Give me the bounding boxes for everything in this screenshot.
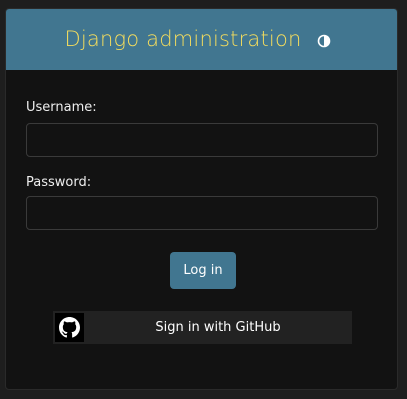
github-signin-label: Sign in with GitHub [155,320,281,335]
site-header: Django administration [6,9,397,70]
github-icon [59,317,80,338]
password-label: Password: [26,175,92,190]
half-circle-contrast-icon [317,34,331,48]
github-signin-button[interactable]: Sign in with GitHub [53,311,352,344]
github-logo-container [55,313,84,342]
login-button[interactable]: Log in [170,252,236,289]
password-input[interactable] [26,196,378,230]
username-label: Username: [26,100,97,115]
username-input[interactable] [26,123,378,157]
login-panel: Django administration Username: Password… [5,8,398,390]
theme-toggle-button[interactable] [317,33,331,48]
site-title: Django administration [64,27,302,51]
